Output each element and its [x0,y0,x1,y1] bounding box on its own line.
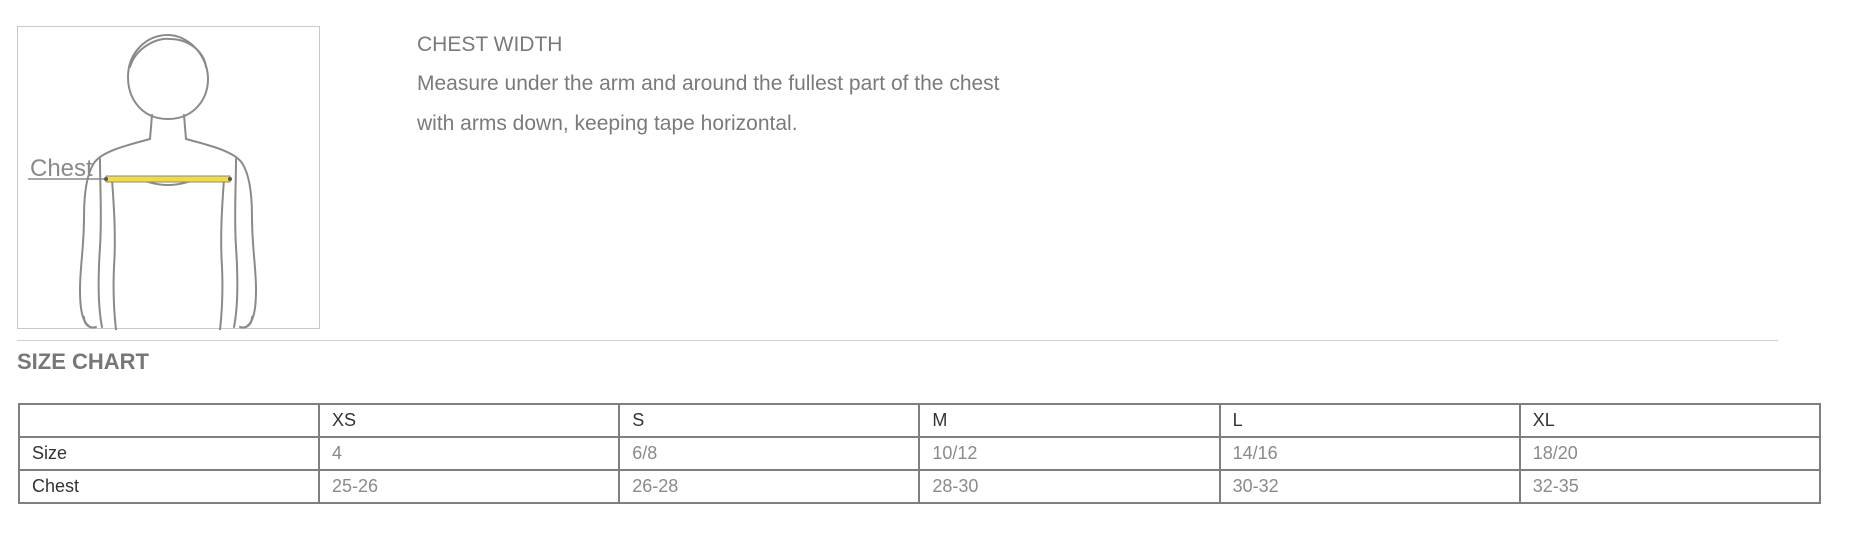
measurement-text: Measure under the arm and around the ful… [417,64,1057,144]
table-header-cell [18,403,320,438]
chest-label: Chest [30,155,93,182]
table-cell: 6/8 [618,436,921,471]
row-label: Chest [18,469,320,504]
table-cell: 10/12 [918,436,1221,471]
table-header-cell: M [918,403,1221,438]
tape-measure [105,175,231,183]
table-cell: 26-28 [618,469,921,504]
table-header-cell: S [618,403,921,438]
table-header-cell: XS [317,403,621,438]
measurement-title: CHEST WIDTH [417,33,563,56]
measurement-instructions: CHEST WIDTH Measure under the arm and ar… [417,30,1057,144]
table-cell: 4 [317,436,621,471]
row-label: Size [18,436,320,471]
table-row: Size 4 6/8 10/12 14/16 18/20 [18,436,1822,471]
table-header-cell: XL [1518,403,1822,438]
table-header-row: XS S M L XL [18,403,1822,438]
table-cell: 28-30 [918,469,1221,504]
table-cell: 30-32 [1218,469,1521,504]
measurement-line-2: with arms down, keeping tape horizontal. [417,112,798,135]
body-diagram: Chest [17,26,320,330]
measurement-line-1: Measure under the arm and around the ful… [417,72,1000,95]
table-row: Chest 25-26 26-28 28-30 30-32 32-35 [18,469,1822,504]
table-cell: 14/16 [1218,436,1521,471]
section-divider [17,340,1778,341]
size-chart-table: XS S M L XL Size 4 6/8 10/12 14/16 18/20… [18,403,1822,504]
table-cell: 18/20 [1518,436,1822,471]
table-cell: 25-26 [317,469,621,504]
table-cell: 32-35 [1518,469,1822,504]
size-chart-title: SIZE CHART [17,349,149,374]
table-header-cell: L [1218,403,1521,438]
